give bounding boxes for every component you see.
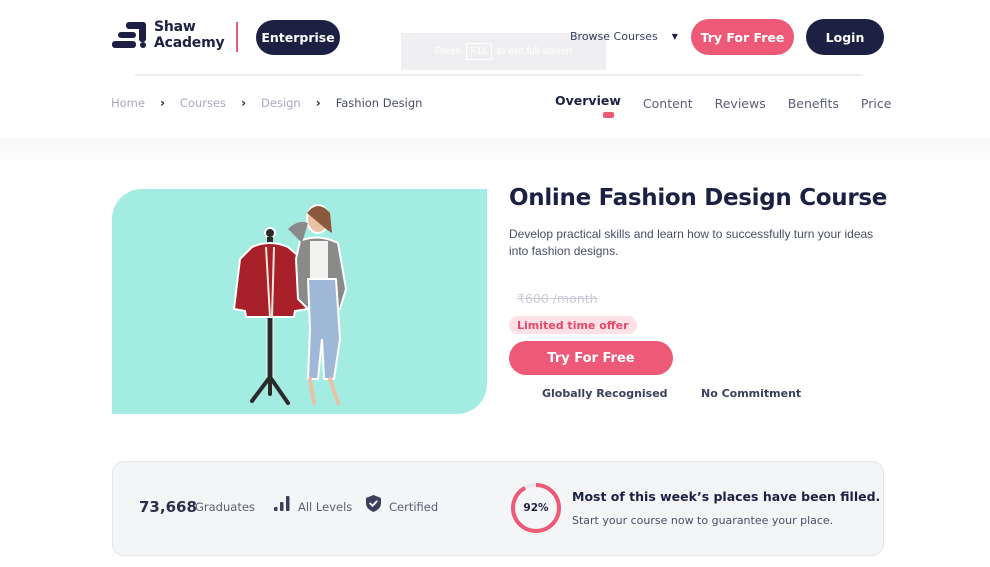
places-filled-percent: 92%: [523, 502, 549, 514]
header-divider: [236, 22, 238, 52]
graduates-label: Graduates: [195, 500, 255, 514]
graduates-count: 73,668: [139, 498, 197, 516]
logo-line1: Shaw: [154, 19, 196, 35]
browse-courses-label: Browse Courses: [570, 30, 658, 43]
login-button[interactable]: Login: [806, 19, 884, 55]
breadcrumb-home[interactable]: Home: [111, 96, 145, 110]
places-filled-subtitle: Start your course now to guarantee your …: [572, 514, 834, 527]
course-hero-image: [112, 189, 487, 414]
tab-price-label: Price: [860, 96, 892, 111]
breadcrumb-current: Fashion Design: [335, 96, 423, 110]
try-for-free-header-button[interactable]: Try For Free: [691, 19, 794, 55]
tab-content[interactable]: Content: [643, 96, 693, 111]
logo-line2: Academy: [154, 35, 225, 51]
levels-bars-icon: [274, 496, 290, 511]
places-filled-title: Most of this week’s places have been fil…: [572, 489, 881, 504]
levels-label: All Levels: [298, 500, 353, 514]
try-for-free-button[interactable]: Try For Free: [509, 341, 673, 375]
tab-benefits[interactable]: Benefits: [788, 96, 839, 111]
feature-globally-recognised: Globally Recognised: [542, 387, 668, 400]
feature-no-commitment: No Commitment: [701, 387, 802, 400]
tab-reviews-label: Reviews: [714, 96, 766, 111]
limited-offer-badge: Limited time offer: [509, 316, 637, 334]
section-tabs: Overview Content Reviews Benefits Price: [555, 93, 892, 118]
course-stats-card: 73,668 Graduates All Levels Certified 92…: [112, 461, 884, 556]
tab-reviews[interactable]: Reviews: [715, 96, 766, 111]
active-tab-indicator: [603, 112, 614, 118]
site-header: Shaw Academy Enterprise Press F11 to exi…: [0, 0, 990, 75]
fullscreen-notice-prefix: Press: [434, 46, 461, 57]
chevron-right-icon: ›: [241, 96, 247, 110]
course-title: Online Fashion Design Course: [509, 185, 888, 211]
fullscreen-notice-suffix: to exit full screen: [497, 46, 573, 57]
tab-benefits-label: Benefits: [787, 96, 839, 111]
breadcrumb-courses[interactable]: Courses: [180, 96, 226, 110]
logo-mark-icon: [112, 20, 150, 50]
tab-overview-label: Overview: [555, 93, 621, 108]
enterprise-button[interactable]: Enterprise: [256, 20, 340, 55]
course-subnav: Home › Courses › Design › Fashion Design…: [0, 76, 990, 138]
tab-content-label: Content: [642, 96, 693, 111]
woman-with-mannequin-illustration: [232, 204, 348, 405]
original-price: ₹600 /month: [517, 291, 598, 306]
breadcrumb-design[interactable]: Design: [261, 96, 301, 110]
shield-check-icon: [366, 495, 381, 512]
section-band: [0, 138, 990, 168]
shaw-academy-logo[interactable]: Shaw Academy: [112, 19, 225, 51]
breadcrumb: Home › Courses › Design › Fashion Design: [111, 96, 422, 110]
caret-down-icon: ▼: [671, 32, 678, 41]
logo-text: Shaw Academy: [154, 19, 225, 51]
course-description: Develop practical skills and learn how t…: [509, 227, 874, 258]
certified-label: Certified: [389, 500, 439, 514]
tab-overview[interactable]: Overview: [555, 93, 621, 118]
fullscreen-notice-key: F11: [465, 43, 492, 60]
browse-courses-dropdown[interactable]: Browse Courses ▼: [570, 30, 678, 43]
chevron-right-icon: ›: [159, 96, 165, 110]
tab-price[interactable]: Price: [861, 96, 892, 111]
chevron-right-icon: ›: [315, 96, 321, 110]
